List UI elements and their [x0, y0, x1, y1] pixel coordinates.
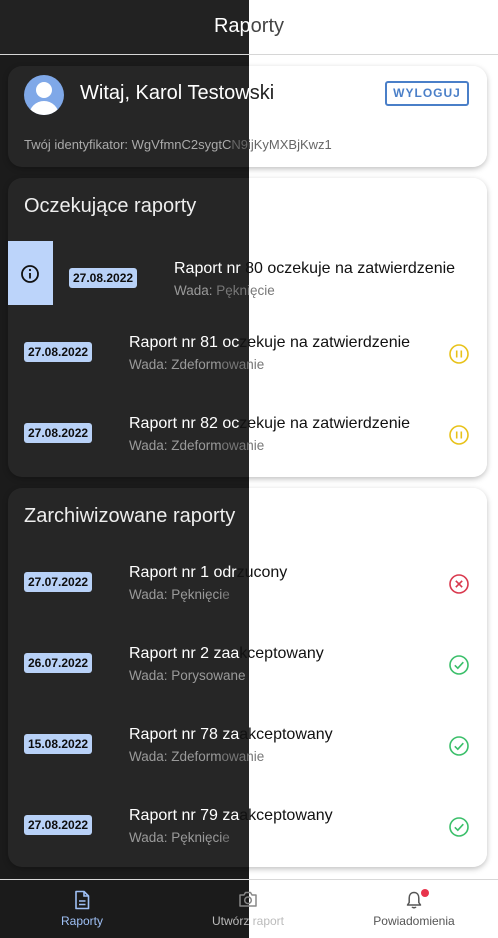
date-badge: 26.07.2022 [24, 653, 93, 673]
date-badge: 27.07.2022 [24, 572, 93, 592]
accepted-icon [449, 736, 469, 756]
user-card: Witaj, Karol Testowski WYLOGUJ Twój iden… [8, 66, 487, 167]
list-item[interactable]: 15.08.2022 Raport nr 78 zaakceptowany Wa… [8, 707, 487, 788]
greeting: Witaj, Karol Testowski [80, 82, 275, 104]
pause-icon [449, 425, 469, 445]
list-item[interactable]: 27.08.2022 Raport nr 82 oczekuje na zatw… [8, 396, 487, 477]
list-item[interactable]: 27.08.2022 Raport nr 80 oczekuje na zatw… [8, 241, 487, 322]
logout-button[interactable]: WYLOGUJ [385, 81, 469, 106]
page-title: Raporty [213, 15, 285, 37]
camera-icon [239, 891, 257, 907]
list-item[interactable]: 27.07.2022 Raport nr 1 odrzucony Wada: P… [8, 545, 487, 626]
date-badge: 27.08.2022 [24, 815, 93, 835]
nav-label-notifications: Powiadomienia [373, 914, 455, 928]
notification-badge [421, 889, 429, 897]
app-bar: Raporty [0, 0, 498, 55]
report-defect: Wada: Zdeformowanie [129, 749, 265, 764]
date-badge: 27.08.2022 [69, 268, 138, 288]
bottom-navigation: Raporty Utwórz raport Powiadomienia [0, 879, 498, 938]
user-identifier: Twój identyfikator: WgVfmnC2sygtCN9ijKyM… [24, 137, 332, 152]
accepted-icon [449, 655, 469, 675]
report-title: Raport nr 1 odrzucony [129, 564, 288, 581]
section-title-archived: Zarchiwizowane raporty [24, 505, 236, 527]
nav-label-reports: Raporty [60, 914, 104, 928]
info-icon[interactable] [20, 264, 40, 284]
report-title: Raport nr 82 oczekuje na zatwierdzenie [129, 415, 411, 432]
report-title: Raport nr 78 zaakceptowany [129, 726, 333, 743]
list-item[interactable]: 27.08.2022 Raport nr 79 zaakceptowany Wa… [8, 788, 487, 867]
date-badge: 27.08.2022 [24, 423, 93, 443]
report-defect: Wada: Zdeformowanie [129, 438, 265, 453]
report-defect: Wada: Pęknięcie [129, 587, 230, 602]
accepted-icon [449, 817, 469, 837]
rejected-icon [449, 574, 469, 594]
archived-reports-card: Zarchiwizowane raporty 27.07.2022 Raport… [8, 488, 487, 867]
date-badge: 15.08.2022 [24, 734, 93, 754]
report-title: Raport nr 2 zaakceptowany [129, 645, 324, 662]
report-defect: Wada: Porysowane [129, 668, 246, 683]
section-title-pending: Oczekujące raporty [24, 195, 197, 217]
report-defect: Wada: Pęknięcie [129, 830, 230, 845]
nav-item-create-report[interactable]: Utwórz raport [196, 880, 300, 938]
document-icon [75, 890, 90, 910]
avatar [24, 75, 64, 115]
pause-icon [449, 344, 469, 364]
nav-item-reports[interactable]: Raporty [30, 880, 134, 938]
report-defect: Wada: Pęknięcie [174, 283, 275, 298]
list-item[interactable]: 27.08.2022 Raport nr 81 oczekuje na zatw… [8, 315, 487, 396]
list-item[interactable]: 26.07.2022 Raport nr 2 zaakceptowany Wad… [8, 626, 487, 707]
app: Raporty Witaj, Karol Testowski WYLOGUJ T… [0, 0, 498, 938]
pending-reports-card: Oczekujące raporty 27.08.2022 Raport nr … [8, 178, 487, 477]
report-title: Raport nr 79 zaakceptowany [129, 807, 333, 824]
nav-label-create-report: Utwórz raport [211, 914, 285, 928]
report-title: Raport nr 81 oczekuje na zatwierdzenie [129, 334, 411, 351]
report-defect: Wada: Zdeformowanie [129, 357, 265, 372]
report-title: Raport nr 80 oczekuje na zatwierdzenie [174, 260, 456, 277]
nav-item-notifications[interactable]: Powiadomienia [362, 880, 466, 938]
date-badge: 27.08.2022 [24, 342, 93, 362]
